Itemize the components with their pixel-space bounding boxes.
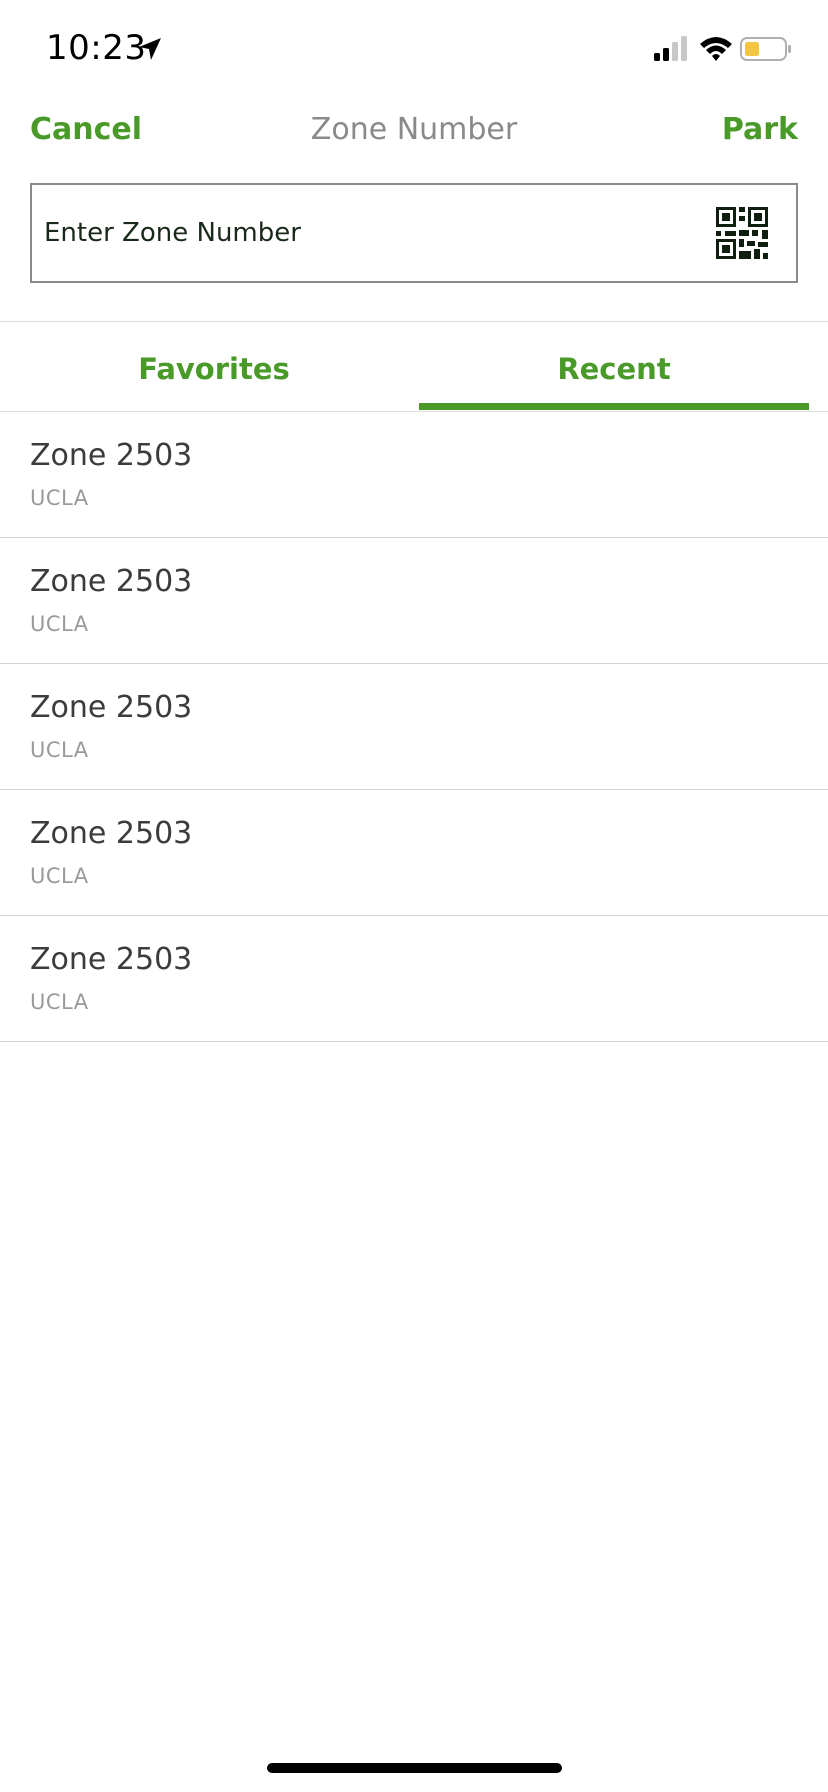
battery-icon	[740, 37, 791, 61]
status-time: 10:23	[46, 28, 147, 68]
list-item[interactable]: Zone 2503 UCLA	[0, 916, 828, 1042]
recent-zones-list: Zone 2503 UCLA Zone 2503 UCLA Zone 2503 …	[0, 412, 828, 1042]
list-item[interactable]: Zone 2503 UCLA	[0, 412, 828, 538]
zone-location: UCLA	[30, 738, 89, 762]
cellular-signal-icon	[654, 36, 687, 61]
list-item[interactable]: Zone 2503 UCLA	[0, 538, 828, 664]
zone-title: Zone 2503	[30, 690, 193, 725]
zone-location: UCLA	[30, 990, 89, 1014]
cancel-button[interactable]: Cancel	[30, 112, 142, 147]
zone-title: Zone 2503	[30, 942, 193, 977]
list-item[interactable]: Zone 2503 UCLA	[0, 790, 828, 916]
status-bar: 10:23	[0, 0, 828, 100]
tab-recent[interactable]: Recent	[419, 352, 809, 386]
wifi-icon	[700, 37, 732, 61]
zone-number-field	[30, 183, 798, 283]
zone-location: UCLA	[30, 486, 89, 510]
qr-code-icon[interactable]	[716, 207, 768, 259]
tab-bar: Favorites Recent	[0, 340, 828, 412]
zone-location: UCLA	[30, 864, 89, 888]
active-tab-indicator	[419, 403, 809, 410]
park-button[interactable]: Park	[722, 112, 798, 147]
zone-number-input[interactable]	[44, 185, 704, 281]
location-arrow-icon	[139, 38, 161, 60]
nav-bar: Cancel Zone Number Park	[0, 100, 828, 160]
section-divider	[0, 321, 828, 322]
home-indicator[interactable]	[267, 1763, 562, 1773]
tab-favorites[interactable]: Favorites	[19, 352, 409, 386]
zone-title: Zone 2503	[30, 816, 193, 851]
app-screen: 10:23 Cancel Zone Number Park Enter Zone…	[0, 0, 828, 1792]
zone-location: UCLA	[30, 612, 89, 636]
list-item[interactable]: Zone 2503 UCLA	[0, 664, 828, 790]
zone-title: Zone 2503	[30, 438, 193, 473]
zone-title: Zone 2503	[30, 564, 193, 599]
